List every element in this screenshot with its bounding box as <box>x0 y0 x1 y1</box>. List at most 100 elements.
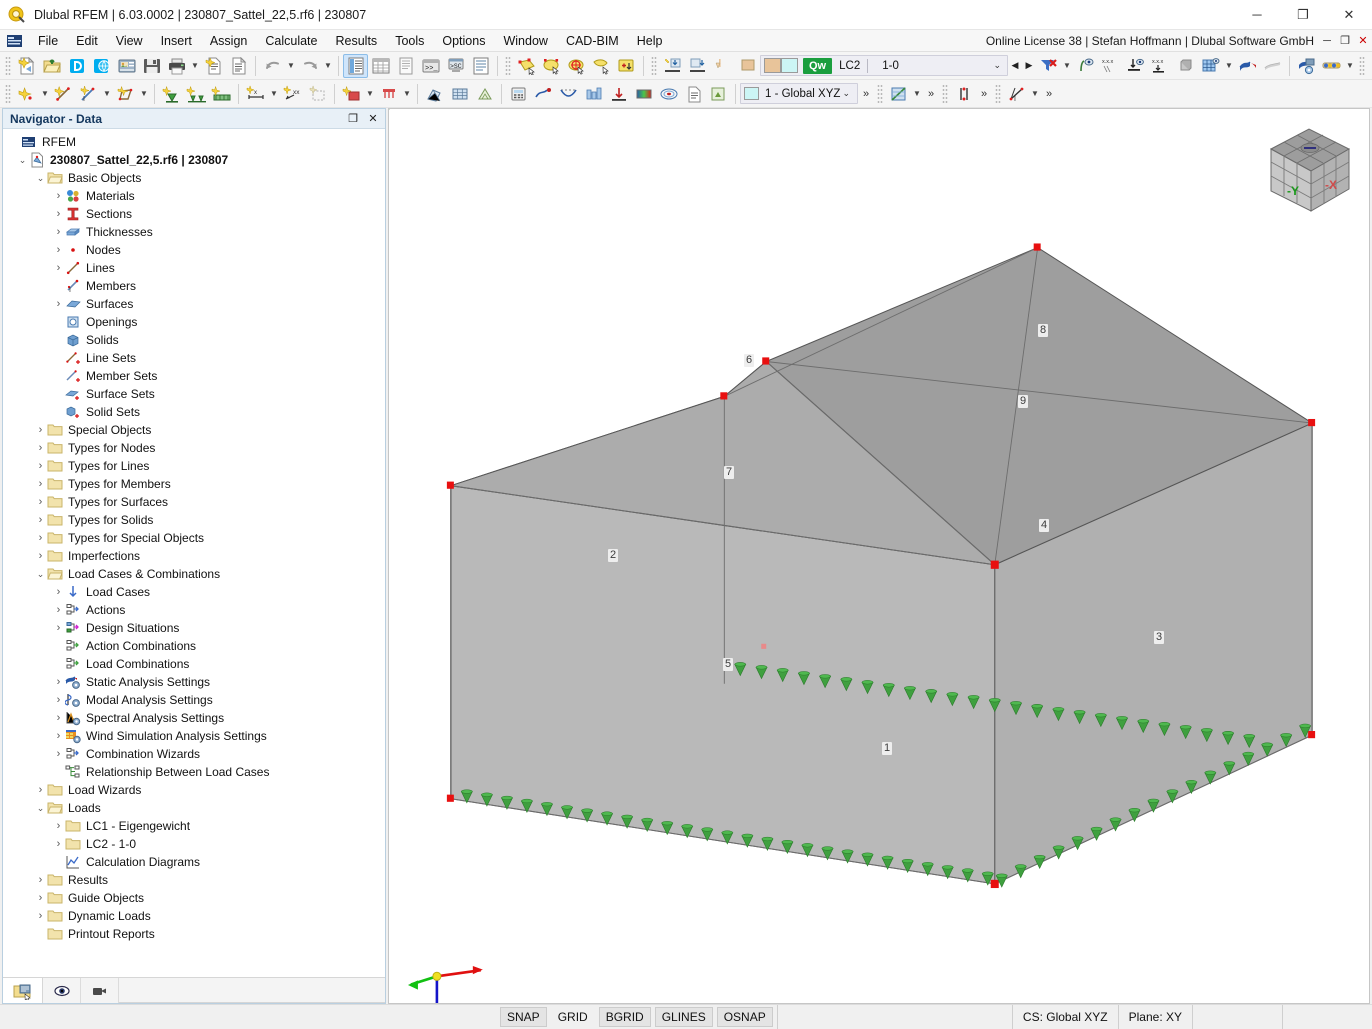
tree-item-member-sets[interactable]: Member Sets <box>4 367 384 385</box>
menu-calculate[interactable]: Calculate <box>256 31 326 51</box>
calculate-button[interactable] <box>506 82 531 106</box>
twisty-expanded-icon[interactable]: ⌄ <box>34 169 47 187</box>
menu-window[interactable]: Window <box>494 31 556 51</box>
print-dropdown-arrow[interactable]: ▼ <box>189 54 201 78</box>
result-tables-button[interactable] <box>393 54 418 78</box>
new-comment-button[interactable]: xx <box>280 82 305 106</box>
twisty-collapsed-icon[interactable]: › <box>52 709 65 727</box>
twisty-expanded[interactable]: ⌄ <box>16 151 29 169</box>
tree-item-combination-wizards[interactable]: ›Combination Wizards <box>4 745 384 763</box>
window-minimize-button[interactable]: ─ <box>1234 0 1280 30</box>
toolbar-grip[interactable] <box>5 56 11 76</box>
tree-item-types-for-members[interactable]: ›Types for Members <box>4 475 384 493</box>
tree-item-basic-objects[interactable]: ⌄Basic Objects <box>4 169 384 187</box>
twisty-collapsed-icon[interactable]: › <box>34 547 47 565</box>
twisty-collapsed-icon[interactable]: › <box>34 439 47 457</box>
tree-item-types-for-lines[interactable]: ›Types for Lines <box>4 457 384 475</box>
new-dimension-button[interactable]: x <box>243 82 268 106</box>
stress-results-button[interactable] <box>631 82 656 106</box>
menu-options[interactable]: Options <box>433 31 494 51</box>
select-special-button[interactable] <box>564 54 589 78</box>
deformation-button[interactable] <box>556 82 581 106</box>
twisty-collapsed-icon[interactable]: › <box>34 907 47 925</box>
navigator-close-button[interactable]: ✕ <box>364 110 382 128</box>
tree-item-types-for-solids[interactable]: ›Types for Solids <box>4 511 384 529</box>
select-by-rectangle-button[interactable] <box>539 54 564 78</box>
twisty-collapsed-icon[interactable]: › <box>52 745 65 763</box>
tree-item-dynamic-loads[interactable]: ›Dynamic Loads <box>4 907 384 925</box>
support-display-button[interactable] <box>1123 54 1148 78</box>
load-case-selector[interactable]: Qw LC2 1-0 ⌄ <box>760 55 1008 76</box>
generate-mesh-button[interactable] <box>447 82 472 106</box>
twisty-collapsed-icon[interactable]: › <box>52 691 65 709</box>
twisty-collapsed-icon[interactable]: › <box>52 205 65 223</box>
result-values-dropdown-arrow[interactable]: ▼ <box>1344 54 1356 78</box>
twisty-collapsed-icon[interactable]: › <box>52 187 65 205</box>
navigator-toggle-button[interactable] <box>343 54 368 78</box>
tree-item-types-for-special-objects[interactable]: ›Types for Special Objects <box>4 529 384 547</box>
menu-view[interactable]: View <box>107 31 152 51</box>
menu-tools[interactable]: Tools <box>386 31 433 51</box>
twisty-collapsed-icon[interactable]: › <box>34 511 47 529</box>
navigator-display-tab[interactable] <box>43 978 81 1003</box>
tree-item-load-cases[interactable]: ›Load Cases <box>4 583 384 601</box>
load-numbering-button[interactable]: x.x.x <box>1148 54 1173 78</box>
show-hide-top-button[interactable] <box>660 54 685 78</box>
status-coordinate-system[interactable]: CS: Global XYZ <box>1012 1005 1118 1029</box>
work-plane-button[interactable] <box>886 82 911 106</box>
new-free-load-button[interactable] <box>376 82 401 106</box>
twisty-collapsed-icon[interactable]: › <box>52 259 65 277</box>
select-objects-button[interactable] <box>514 54 539 78</box>
tree-item-lc1-eigengewicht[interactable]: ›LC1 - Eigengewicht <box>4 817 384 835</box>
new-line-support-button[interactable] <box>184 82 209 106</box>
twisty-collapsed-icon[interactable]: › <box>52 619 65 637</box>
result-diagram-off-button[interactable] <box>1260 54 1285 78</box>
twisty-collapsed-icon[interactable]: › <box>52 673 65 691</box>
export-results-button[interactable] <box>706 82 731 106</box>
twisty-collapsed-icon[interactable]: › <box>52 223 65 241</box>
load-visibility-button[interactable] <box>710 54 735 78</box>
surface-dropdown-arrow[interactable]: ▼ <box>138 82 150 106</box>
menu-results[interactable]: Results <box>327 31 387 51</box>
twisty-collapsed-icon[interactable]: › <box>52 601 65 619</box>
contour-results-button[interactable] <box>656 82 681 106</box>
command-line-button[interactable]: >>_ <box>418 54 443 78</box>
next-load-case-button[interactable]: ▶ <box>1022 55 1036 77</box>
undo-button[interactable] <box>260 54 285 78</box>
filter-dropdown-arrow[interactable]: ▼ <box>1061 54 1073 78</box>
chevron-down-icon[interactable]: ⌄ <box>842 88 854 99</box>
menu-cad-bim[interactable]: CAD-BIM <box>557 31 628 51</box>
deselect-button[interactable] <box>589 54 614 78</box>
new-surface-support-button[interactable] <box>209 82 234 106</box>
model-info-button[interactable] <box>114 54 139 78</box>
open-model-button[interactable] <box>39 54 64 78</box>
work-plane-dropdown-arrow[interactable]: ▼ <box>911 82 923 106</box>
twisty-expanded-icon[interactable]: ⌄ <box>34 799 47 817</box>
twisty-collapsed-icon[interactable]: › <box>34 421 47 439</box>
new-printout-report-button[interactable] <box>201 54 226 78</box>
snap-overflow-button[interactable]: » <box>976 82 992 106</box>
show-results-button[interactable] <box>531 82 556 106</box>
new-surface-button[interactable] <box>113 82 138 106</box>
free-load-dropdown-arrow[interactable]: ▼ <box>401 82 413 106</box>
redo-dropdown-arrow[interactable]: ▼ <box>322 54 334 78</box>
print-button[interactable] <box>164 54 189 78</box>
member-dropdown-arrow[interactable]: ▼ <box>101 82 113 106</box>
coordinate-system-selector[interactable]: 1 - Global XYZ ⌄ <box>740 83 858 104</box>
tree-item-design-situations[interactable]: ›Design Situations <box>4 619 384 637</box>
tree-item-surface-sets[interactable]: Surface Sets <box>4 385 384 403</box>
clear-filter-button[interactable] <box>1036 54 1061 78</box>
navigator-data-tab[interactable] <box>3 978 43 1003</box>
tree-item-rfem-root[interactable]: RFEM <box>4 133 384 151</box>
tree-item-calculation-diagrams[interactable]: Calculation Diagrams <box>4 853 384 871</box>
status-grid[interactable]: GRID <box>551 1007 595 1027</box>
tree-item-sections[interactable]: ›Sections <box>4 205 384 223</box>
menu-insert[interactable]: Insert <box>152 31 201 51</box>
toolbar-grip[interactable] <box>877 84 883 104</box>
result-diagram-button[interactable] <box>1235 54 1260 78</box>
cs-overflow-button[interactable]: » <box>858 82 874 106</box>
workplane-overflow-button[interactable]: » <box>923 82 939 106</box>
menu-edit[interactable]: Edit <box>67 31 107 51</box>
window-maximize-button[interactable]: ❐ <box>1280 0 1326 30</box>
twisty-collapsed-icon[interactable]: › <box>34 457 47 475</box>
